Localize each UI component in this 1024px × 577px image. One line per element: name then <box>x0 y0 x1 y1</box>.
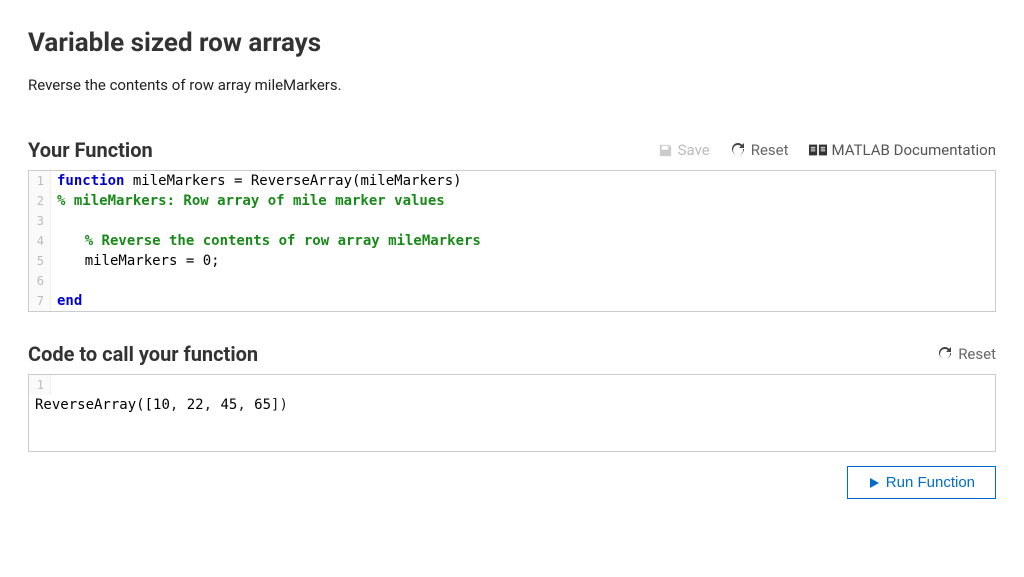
reset-label: Reset <box>751 141 789 159</box>
gutter-line: 1 <box>29 171 51 191</box>
your-function-heading: Your Function <box>28 138 153 162</box>
code-text: , <box>204 397 221 413</box>
gutter-line: 2 <box>29 191 51 211</box>
gutter-line: 3 <box>29 211 51 231</box>
call-section-header: Code to call your function Reset <box>28 342 996 366</box>
page-title: Variable sized row arrays <box>28 28 996 58</box>
code-number: 65 <box>254 397 271 413</box>
function-editor[interactable]: 1 function mileMarkers = ReverseArray(mil… <box>28 170 996 312</box>
gutter-line: 4 <box>29 231 51 251</box>
code-text: mileMarkers = ReverseArray(mileMarkers) <box>124 173 461 189</box>
code-text: , <box>237 397 254 413</box>
code-text: mileMarkers = 0; <box>85 253 220 269</box>
problem-description: Reverse the contents of row array mileMa… <box>28 76 996 94</box>
call-editor[interactable]: 1 ReverseArray([10, 22, 45, 65]) <box>28 374 996 452</box>
code-text: ]) <box>271 397 288 413</box>
play-icon <box>868 477 880 489</box>
matlab-doc-link[interactable]: MATLAB Documentation <box>809 141 996 159</box>
function-toolbar: Save Reset MATLAB Documentation <box>658 141 996 159</box>
gutter-line: 1 <box>29 375 51 395</box>
code-keyword: end <box>57 293 82 309</box>
run-row: Run Function <box>28 466 996 499</box>
run-label: Run Function <box>886 474 975 491</box>
code-text: , <box>170 397 187 413</box>
code-keyword: function <box>57 173 124 189</box>
reset-label: Reset <box>958 345 996 363</box>
run-function-button[interactable]: Run Function <box>847 466 996 499</box>
save-icon <box>658 143 673 158</box>
reset-icon <box>937 346 953 362</box>
code-comment: % mileMarkers: Row array of mile marker … <box>57 193 445 209</box>
code-number: 22 <box>187 397 204 413</box>
gutter-line: 6 <box>29 271 51 291</box>
save-button[interactable]: Save <box>658 141 710 159</box>
code-number: 45 <box>220 397 237 413</box>
code-number: 10 <box>153 397 170 413</box>
gutter-line: 7 <box>29 291 51 311</box>
function-section-header: Your Function Save Reset MATLAB Document… <box>28 138 996 162</box>
save-label: Save <box>678 141 710 159</box>
call-heading: Code to call your function <box>28 342 258 366</box>
call-toolbar: Reset <box>937 345 996 363</box>
code-text: ReverseArray([ <box>35 397 153 413</box>
reset-call-button[interactable]: Reset <box>937 345 996 363</box>
gutter-line: 5 <box>29 251 51 271</box>
code-comment: % Reverse the contents of row array mile… <box>85 233 481 249</box>
reset-icon <box>730 142 746 158</box>
doc-icon <box>809 143 827 157</box>
reset-function-button[interactable]: Reset <box>730 141 789 159</box>
doc-label: MATLAB Documentation <box>832 141 996 159</box>
